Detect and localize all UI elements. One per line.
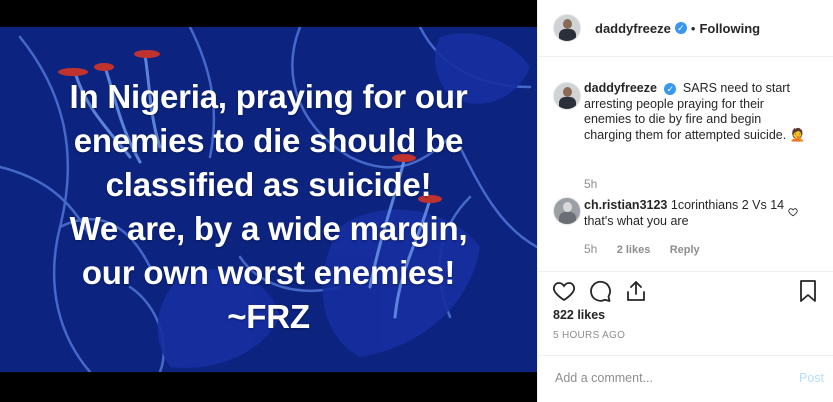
avatar-head: [563, 19, 572, 29]
comment-bubble-icon[interactable]: [588, 279, 612, 303]
avatar-body: [559, 212, 576, 224]
post-image[interactable]: In Nigeria, praying for our enemies to d…: [0, 27, 537, 372]
reply-button[interactable]: Reply: [670, 244, 700, 256]
likes-count[interactable]: 822 likes: [553, 308, 605, 322]
post-sidebar: daddyfreeze ✓ • Following daddyfreeze ✓ …: [537, 0, 833, 402]
caption-username[interactable]: daddyfreeze: [584, 81, 657, 95]
comment-likes[interactable]: 2 likes: [617, 244, 651, 256]
avatar[interactable]: [553, 14, 581, 42]
caption-text-block: daddyfreeze ✓ SARS need to start arresti…: [584, 81, 809, 143]
quote-line: our own worst enemies!: [81, 254, 456, 291]
caption-time[interactable]: 5h: [584, 177, 597, 191]
avatar-body: [559, 29, 576, 41]
comment-meta: 5h 2 likes Reply: [584, 242, 716, 256]
add-comment-input[interactable]: [553, 370, 777, 386]
comment-text-block: ch.ristian3123 1corinthians 2 Vs 14 that…: [584, 198, 794, 229]
avatar-head: [563, 202, 572, 212]
quote-signature: ~FRZ: [227, 298, 310, 335]
like-heart-icon[interactable]: [552, 279, 576, 303]
save-bookmark-icon[interactable]: [796, 279, 820, 303]
post-image-quote: In Nigeria, praying for our enemies to d…: [0, 75, 537, 339]
post-media[interactable]: In Nigeria, praying for our enemies to d…: [0, 0, 537, 402]
like-comment-heart-icon[interactable]: [788, 207, 798, 217]
comments-section[interactable]: daddyfreeze ✓ SARS need to start arresti…: [538, 57, 833, 271]
quote-line: enemies to die should be: [73, 122, 464, 159]
instagram-post: In Nigeria, praying for our enemies to d…: [0, 0, 833, 402]
share-icon[interactable]: [624, 279, 648, 303]
caption-meta: 5h: [584, 177, 613, 191]
add-comment-bar: Post: [538, 355, 833, 402]
avatar-head: [563, 87, 572, 97]
header-separator: •: [690, 20, 696, 36]
quote-line: In Nigeria, praying for our: [69, 78, 468, 115]
verified-badge-icon: ✓: [664, 82, 677, 95]
verified-badge-icon: ✓: [674, 22, 687, 34]
avatar[interactable]: [553, 82, 581, 110]
quote-line: classified as suicide!: [105, 166, 432, 203]
avatar-body: [559, 97, 576, 109]
comment-time[interactable]: 5h: [584, 242, 597, 256]
post-time-ago[interactable]: 5 HOURS AGO: [553, 330, 625, 341]
quote-line: We are, by a wide margin,: [69, 210, 468, 247]
post-header: daddyfreeze ✓ • Following: [538, 0, 833, 57]
header-username[interactable]: daddyfreeze: [595, 21, 671, 36]
following-button[interactable]: Following: [699, 21, 760, 36]
post-actions: [538, 271, 833, 311]
comment-username[interactable]: ch.ristian3123: [584, 198, 667, 212]
commenter-avatar[interactable]: [553, 197, 581, 225]
post-comment-button[interactable]: Post: [799, 371, 824, 385]
